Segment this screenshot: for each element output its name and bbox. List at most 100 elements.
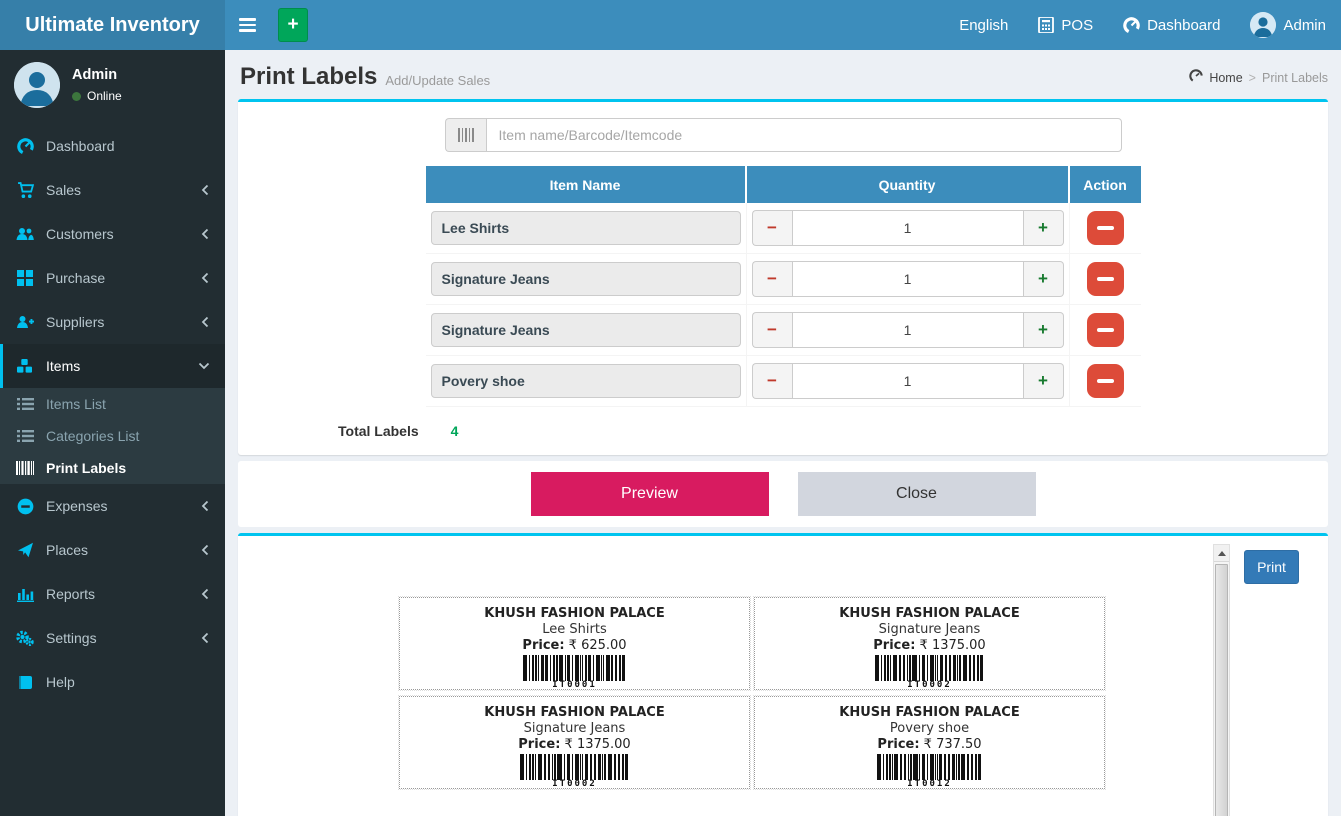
decrease-quantity-button[interactable]: − [752,312,792,348]
preview-box: KHUSH FASHION PALACELee ShirtsPrice: ₹ 6… [238,533,1328,816]
sidebar-subitem-label: Print Labels [46,460,126,476]
col-header-quantity: Quantity [747,166,1070,203]
sidebar-item-dashboard[interactable]: Dashboard [0,124,225,168]
label-item-name: Signature Jeans [755,622,1104,638]
col-header-action: Action [1070,166,1141,203]
sidebar-item-customers[interactable]: Customers [0,212,225,256]
decrease-quantity-button[interactable]: − [752,261,792,297]
remove-item-button[interactable] [1087,211,1124,245]
increase-quantity-button[interactable]: + [1024,312,1064,348]
quantity-input[interactable] [792,210,1024,246]
print-button[interactable]: Print [1244,550,1299,584]
barcode-image [475,754,675,780]
sidebar-item-reports[interactable]: Reports [0,572,225,616]
action-cell [1070,305,1141,356]
quick-add-button[interactable]: + [278,8,308,42]
quantity-input[interactable] [792,261,1024,297]
list-icon [15,429,35,443]
chevron-left-icon [200,272,210,284]
item-name-cell: Povery shoe [426,356,747,407]
navbar-link-language[interactable]: English [944,0,1023,50]
navbar-link-label: Dashboard [1147,17,1220,34]
pos-icon [1038,17,1054,33]
chevron-down-icon [198,361,210,371]
sidebar-item-categories-list[interactable]: Categories List [0,420,225,452]
sidebar-subitem-label: Categories List [46,428,139,444]
label-store-name: KHUSH FASHION PALACE [755,705,1104,721]
increase-quantity-button[interactable]: + [1024,363,1064,399]
sidebar-section: Reports [0,572,225,616]
barcode-addon-icon [445,118,486,152]
user-avatar [14,62,60,108]
quantity-stepper: −+ [752,261,1064,297]
bar-chart-icon [15,587,35,602]
home-icon [1189,69,1203,86]
navbar-link-pos[interactable]: POS [1023,0,1108,50]
increase-quantity-button[interactable]: + [1024,210,1064,246]
sidebar-item-purchase[interactable]: Purchase [0,256,225,300]
sidebar-item-places[interactable]: Places [0,528,225,572]
table-row: Signature Jeans− + [426,305,1141,356]
chevron-left-icon [200,588,210,600]
quantity-input[interactable] [792,363,1024,399]
content-header: Print Labels Add/Update Sales Home > Pri… [225,50,1341,99]
chevron-left-icon [200,544,210,556]
main-content: Print Labels Add/Update Sales Home > Pri… [225,0,1341,816]
sidebar-toggle-icon[interactable] [225,0,270,50]
quantity-input[interactable] [792,312,1024,348]
page-title: Print Labels [240,63,377,91]
item-name-value: Signature Jeans [431,313,741,347]
preview-scrollbar[interactable] [1213,544,1230,816]
label-price: Price: ₹ 1375.00 [755,638,1104,654]
grid-icon [15,270,35,286]
item-name-value: Lee Shirts [431,211,741,245]
chevron-left-icon [200,316,210,328]
app-logo[interactable]: Ultimate Inventory [0,0,225,50]
sidebar-item-settings[interactable]: Settings [0,616,225,660]
increase-quantity-button[interactable]: + [1024,261,1064,297]
table-row: Lee Shirts− + [426,203,1141,254]
label-store-name: KHUSH FASHION PALACE [400,705,749,721]
decrease-quantity-button[interactable]: − [752,363,792,399]
sidebar-section: Sales [0,168,225,212]
scrollbar-thumb[interactable] [1215,564,1228,816]
breadcrumb-current: Print Labels [1262,71,1328,85]
minus-icon [1097,328,1114,333]
totals-row: Total Labels 4 [338,423,1328,439]
sidebar-item-items[interactable]: Items [0,344,225,388]
item-search-input[interactable] [486,118,1122,152]
paper-plane-icon [15,542,35,558]
barcode-image [830,655,1030,681]
sidebar-item-items-list[interactable]: Items List [0,388,225,420]
remove-item-button[interactable] [1087,313,1124,347]
label-price: Price: ₹ 737.50 [755,737,1104,753]
sidebar-item-label: Reports [46,586,95,602]
sidebar-item-help[interactable]: Help [0,660,225,704]
remove-item-button[interactable] [1087,262,1124,296]
cart-icon [15,182,35,199]
remove-item-button[interactable] [1087,364,1124,398]
online-status-label: Online [87,89,122,103]
sidebar-item-suppliers[interactable]: Suppliers [0,300,225,344]
sidebar-item-label: Settings [46,630,97,646]
user-plus-icon [15,314,35,330]
decrease-quantity-button[interactable]: − [752,210,792,246]
action-cell [1070,356,1141,407]
minus-icon [1097,379,1114,384]
sidebar-item-expenses[interactable]: Expenses [0,484,225,528]
sidebar-subitem: Categories List [0,420,225,452]
sidebar-item-print-labels[interactable]: Print Labels [0,452,225,484]
sidebar-item-label: Items [46,358,80,374]
chevron-left-icon [200,228,210,240]
navbar-link-user[interactable]: Admin [1235,0,1341,50]
navbar-link-dashboard[interactable]: Dashboard [1108,0,1235,50]
close-button[interactable]: Close [798,472,1036,516]
sidebar-submenu-items: Items List Categories List Print Labels [0,388,225,484]
gauge-icon [15,138,35,155]
breadcrumb-home[interactable]: Home [1209,71,1242,85]
gears-icon [15,630,35,646]
preview-button[interactable]: Preview [531,472,769,516]
scrollbar-up-icon[interactable] [1214,545,1229,562]
sidebar-item-sales[interactable]: Sales [0,168,225,212]
navbar-avatar [1250,12,1276,38]
